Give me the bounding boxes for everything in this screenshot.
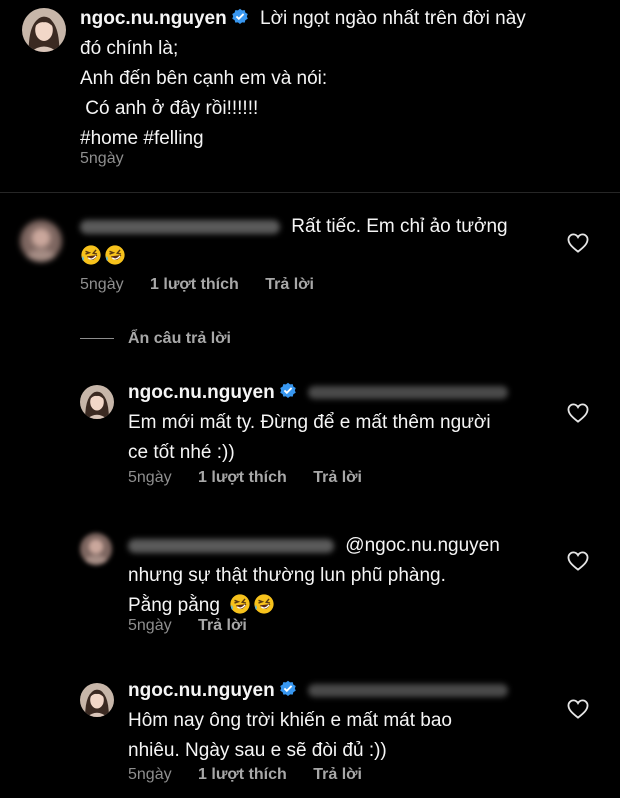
hide-replies-label: Ẩn câu trả lời <box>128 330 231 347</box>
reply-time: 5ngày <box>128 469 172 486</box>
reply-mention-blurred[interactable] <box>308 386 508 400</box>
reply-avatar[interactable] <box>80 533 112 565</box>
verified-badge-icon <box>279 382 297 400</box>
reply-button[interactable]: Trả lời <box>313 766 362 783</box>
comment-avatar[interactable] <box>20 220 62 262</box>
comment: Rất tiếc. Em chỉ ảo tưởng <box>80 212 560 272</box>
reply-text: nhiêu. Ngày sau e sẽ đòi đủ :)) <box>128 740 387 761</box>
rofl-emoji <box>253 593 275 615</box>
caption-block: ngoc.nu.nguyen Lời ngọt ngào nhất trên đ… <box>80 4 600 154</box>
reply-username[interactable]: ngoc.nu.nguyen <box>128 680 275 701</box>
verified-badge-icon <box>279 680 297 698</box>
reply-time: 5ngày <box>128 617 172 634</box>
caption-avatar[interactable] <box>22 8 66 52</box>
reply-meta: 5ngày Trả lời <box>128 617 269 635</box>
caption-username[interactable]: ngoc.nu.nguyen <box>80 8 227 29</box>
comment-meta: 5ngày 1 lượt thích Trả lời <box>80 276 336 294</box>
caption-line: đó chính là; <box>80 38 179 59</box>
reply-mention[interactable]: @ngoc.nu.nguyen <box>345 535 500 556</box>
rofl-emoji <box>229 593 251 615</box>
reply-button[interactable]: Trả lời <box>265 276 314 293</box>
reply-meta: 5ngày 1 lượt thích Trả lời <box>128 766 384 784</box>
reply: ngoc.nu.nguyen Em mới mất ty. Đừng để e … <box>128 378 568 468</box>
caption-hashtags[interactable]: #home #felling <box>80 124 600 154</box>
reply-text: nhưng sự thật thường lun phũ phàng. <box>128 565 446 586</box>
reply-meta: 5ngày 1 lượt thích Trả lời <box>128 469 384 487</box>
divider <box>0 192 620 193</box>
hide-replies-line <box>80 338 114 340</box>
reply-avatar[interactable] <box>80 385 114 419</box>
caption-line: Anh đến bên cạnh em và nói: <box>80 68 328 89</box>
caption-line: Có anh ở đây rồi!!!!!! <box>80 98 259 119</box>
reply: @ngoc.nu.nguyen nhưng sự thật thường lun… <box>128 531 568 621</box>
comment-username-blurred[interactable] <box>80 219 280 234</box>
comment-emojis <box>80 242 560 272</box>
heart-icon[interactable] <box>567 551 589 571</box>
reply-button[interactable]: Trả lời <box>313 469 362 486</box>
caption-line: Lời ngọt ngào nhất trên đời này <box>260 8 526 29</box>
reply-time: 5ngày <box>128 766 172 783</box>
reply-text: Hôm nay ông trời khiến e mất mát bao <box>128 710 453 731</box>
comment-likes[interactable]: 1 lượt thích <box>150 276 239 293</box>
rofl-emoji <box>104 244 126 266</box>
reply-username[interactable]: ngoc.nu.nguyen <box>128 382 275 403</box>
reply-likes[interactable]: 1 lượt thích <box>198 469 287 486</box>
rofl-emoji <box>80 244 102 266</box>
reply-text: Pằng pằng <box>128 595 220 616</box>
heart-icon[interactable] <box>567 699 589 719</box>
comment-time: 5ngày <box>80 276 124 293</box>
hide-replies-button[interactable]: Ẩn câu trả lời <box>80 330 231 348</box>
reply-username-blurred[interactable] <box>128 538 334 553</box>
caption-time: 5ngày <box>80 150 124 167</box>
reply-mention-blurred[interactable] <box>308 684 508 698</box>
comment-text: Rất tiếc. Em chỉ ảo tưởng <box>291 216 508 237</box>
heart-icon[interactable] <box>567 403 589 423</box>
reply: ngoc.nu.nguyen Hôm nay ông trời khiến e … <box>128 676 568 766</box>
reply-button[interactable]: Trả lời <box>198 617 247 634</box>
reply-text: Em mới mất ty. Đừng để e mất thêm người <box>128 412 491 433</box>
reply-text: ce tốt nhé :)) <box>128 442 235 463</box>
verified-badge-icon <box>231 8 249 26</box>
heart-icon[interactable] <box>567 233 589 253</box>
reply-avatar[interactable] <box>80 683 114 717</box>
reply-likes[interactable]: 1 lượt thích <box>198 766 287 783</box>
